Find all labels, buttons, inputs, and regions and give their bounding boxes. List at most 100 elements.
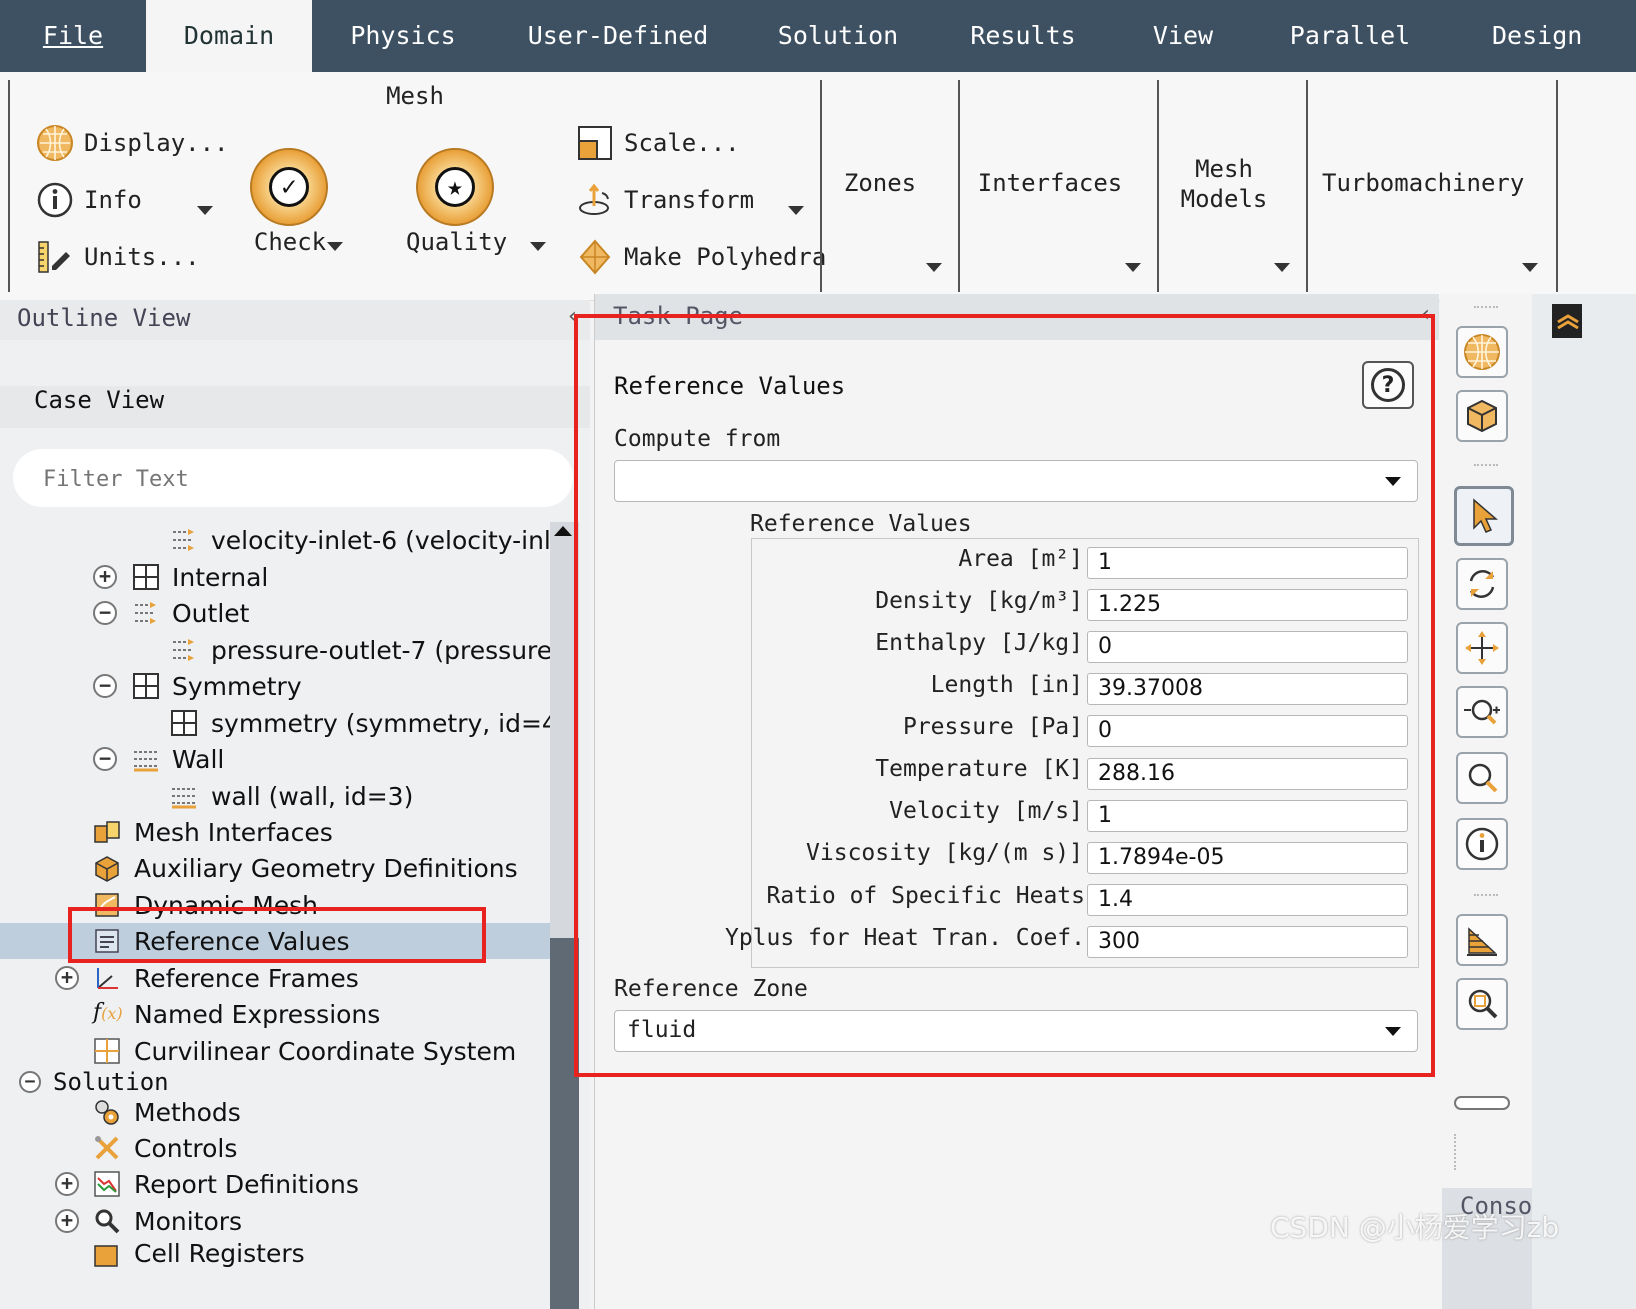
filter-text-field[interactable] [13,449,573,507]
menu-tab-user-defined[interactable]: User-Defined [520,0,716,72]
menu-tab-parallel[interactable]: Parallel [1280,0,1420,72]
tree-item-wall-id3[interactable]: wall (wall, id=3) [0,778,555,814]
tree-item-label: Curvilinear Coordinate System [134,1036,517,1066]
expand-toggle-icon[interactable]: + [55,1209,79,1233]
tree-item-named-expressions[interactable]: f(x) Named Expressions [0,996,555,1032]
display-button[interactable]: Display... [36,124,229,162]
rotate-tool-button[interactable] [1456,558,1508,610]
collapse-toggle-icon[interactable]: − [93,674,117,698]
tree-item-mesh-interfaces[interactable]: Mesh Interfaces [0,814,555,850]
transform-button[interactable]: Transform [576,181,754,219]
interfaces-dropdown-caret[interactable] [1125,263,1141,272]
tree-item-controls[interactable]: Controls [0,1130,555,1166]
turbomachinery-dropdown-caret[interactable] [1522,263,1538,272]
check-button[interactable]: ✓ [250,148,330,228]
zoom-in-out-tool-button[interactable] [1456,686,1508,738]
tree-item-outlet[interactable]: − Outlet [0,595,555,631]
tree-item-methods[interactable]: Methods [0,1094,555,1130]
menu-tab-view[interactable]: View [1140,0,1226,72]
expand-toggle-icon[interactable]: + [55,966,79,990]
check-dropdown-caret[interactable] [327,242,343,251]
zoom-in-out-icon [1464,699,1500,725]
probe-info-button[interactable] [1456,818,1508,870]
info-icon [1465,827,1499,861]
transform-dropdown-caret[interactable] [788,206,804,215]
tree-item-report-definitions[interactable]: + Report Definitions [0,1166,555,1202]
pan-tool-button[interactable] [1456,622,1508,674]
ribbon-separator [8,80,10,292]
tree-item-velocity-inlet-6[interactable]: velocity-inlet-6 (velocity-inle [0,522,555,558]
toolbar-grip[interactable] [1454,1134,1460,1170]
expand-toggle-icon[interactable]: + [55,1172,79,1196]
mesh-models-dropdown-caret[interactable] [1274,263,1290,272]
filter-text-input[interactable] [41,461,545,497]
toolbar-grip[interactable] [1474,306,1498,314]
quality-label[interactable]: Quality [406,228,507,256]
view-fit-button[interactable] [1456,914,1508,966]
scale-icon [576,124,614,162]
expand-toggle-icon[interactable]: + [93,565,117,589]
zones-group-button[interactable]: Zones [830,169,930,197]
turbomachinery-group-button[interactable]: Turbomachinery [1322,169,1524,197]
zoom-to-area-button[interactable] [1456,978,1508,1030]
make-polyhedra-button[interactable]: Make Polyhedra [576,238,826,276]
geometry-box-icon [1467,399,1497,433]
tree-item-wall[interactable]: − Wall [0,741,555,777]
tree-item-label: Cell Registers [134,1239,305,1268]
tree-item-monitors[interactable]: + Monitors [0,1203,555,1239]
case-view-label: Case View [34,386,165,414]
orthographic-view-icon [1467,927,1497,956]
info-button[interactable]: Info [36,181,142,219]
tree-item-auxiliary-geometry[interactable]: Auxiliary Geometry Definitions [0,850,555,886]
tree-item-cell-registers[interactable]: Cell Registers [0,1239,555,1269]
function-icon: f(x) [93,1000,123,1025]
pointer-tool-button[interactable] [1454,486,1514,546]
tree-item-internal[interactable]: + Internal [0,559,555,595]
tree-item-symmetry[interactable]: − Symmetry [0,668,555,704]
toolbar-grip[interactable] [1474,464,1498,472]
case-view-tab[interactable]: Case View [0,386,590,428]
grid-zone-icon [132,672,160,700]
collapse-toggle-icon[interactable]: − [19,1071,41,1093]
graphics-window-icon [1552,304,1582,338]
menu-tab-solution[interactable]: Solution [765,0,911,72]
menu-bar: File Domain Physics User-Defined Solutio… [0,0,1636,72]
quality-dropdown-caret[interactable] [530,242,546,251]
check-label[interactable]: Check [250,228,330,256]
tree-item-pressure-outlet-7[interactable]: pressure-outlet-7 (pressure- [0,632,555,668]
info-dropdown-caret[interactable] [197,206,213,215]
menu-tab-domain[interactable]: Domain [146,0,312,72]
mesh-models-group-button[interactable]: Mesh Models [1172,154,1276,214]
scale-button[interactable]: Scale... [576,124,740,162]
toolbar-grip[interactable] [1474,894,1498,902]
tree-item-label: wall (wall, id=3) [211,781,414,811]
menu-tab-design[interactable]: Design [1468,0,1636,72]
scroll-up-arrow-icon[interactable] [554,526,572,536]
tree-item-reference-frames[interactable]: + Reference Frames [0,960,555,996]
units-button[interactable]: Units... [36,238,200,276]
collapse-toggle-icon[interactable]: − [93,747,117,771]
tree-item-label: Named Expressions [134,999,381,1029]
tree-item-label: Outlet [172,598,250,628]
ribbon-separator [1157,80,1159,292]
controls-tools-icon [93,1134,121,1162]
scale-label: Scale... [624,129,740,157]
menu-tab-file[interactable]: File [0,0,146,72]
transform-icon [576,181,614,219]
transform-label: Transform [624,186,755,214]
quality-mesh-icon: ★ [416,148,494,226]
toolbar-expand-handle[interactable] [1454,1096,1510,1110]
menu-tab-physics[interactable]: Physics [330,0,476,72]
boundary-zone-icon [170,526,198,554]
geometry-box-toolbar-button[interactable] [1456,390,1508,442]
display-label: Display... [84,129,229,157]
quality-button[interactable]: ★ [416,148,496,228]
interfaces-group-button[interactable]: Interfaces [975,169,1125,197]
zoom-tool-button[interactable] [1456,752,1508,804]
tree-item-symmetry-id4[interactable]: symmetry (symmetry, id=4) [0,705,555,741]
menu-tab-results[interactable]: Results [955,0,1091,72]
display-mesh-toolbar-button[interactable] [1456,326,1508,378]
collapse-toggle-icon[interactable]: − [93,601,117,625]
magnifier-icon [1468,763,1498,793]
zones-dropdown-caret[interactable] [926,263,942,272]
